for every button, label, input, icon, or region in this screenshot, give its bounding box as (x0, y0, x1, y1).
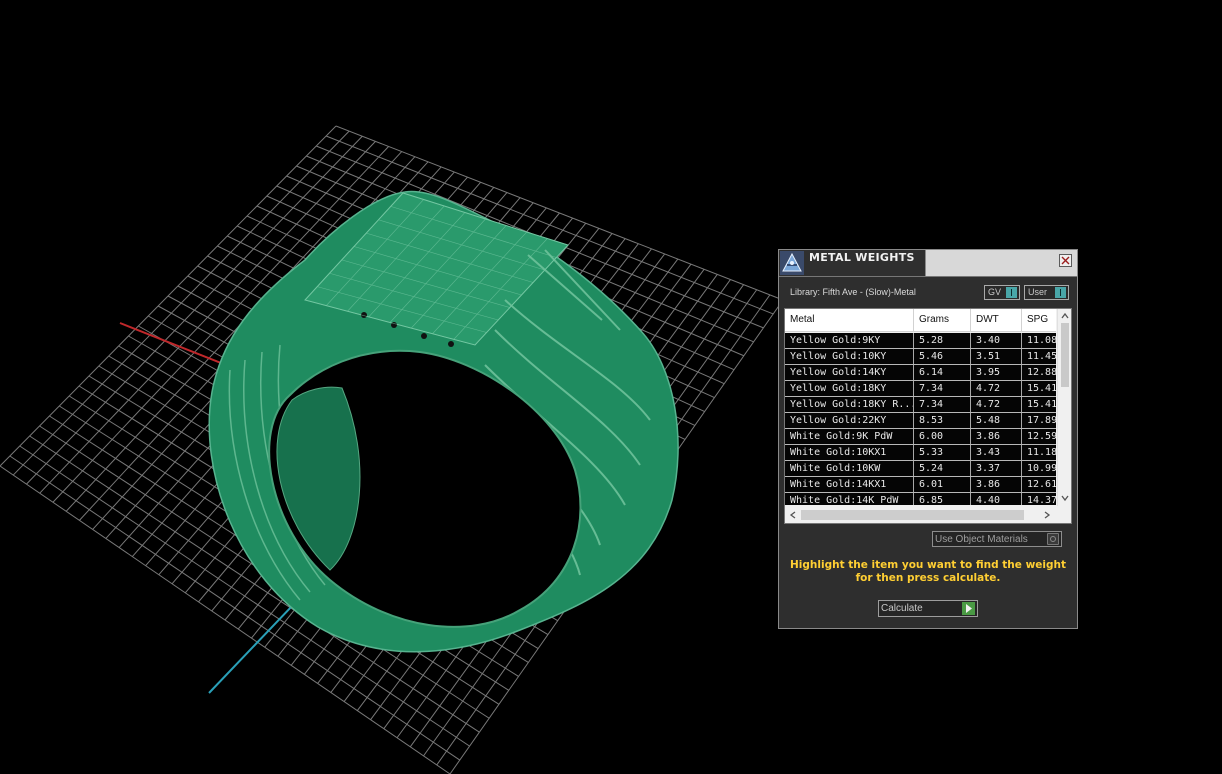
cell-spg: 15.41 (1027, 383, 1056, 394)
table-row[interactable]: White Gold:10KX1 5.33 3.43 11.18 (785, 445, 1056, 461)
table-row[interactable]: Yellow Gold:22KY 8.53 5.48 17.89 (785, 413, 1056, 429)
vertical-scroll-thumb[interactable] (1061, 323, 1069, 387)
scroll-right-icon[interactable] (1042, 510, 1052, 520)
cell-grams: 7.34 (914, 381, 971, 396)
table-row[interactable]: White Gold:9K PdW 6.00 3.86 12.59 (785, 429, 1056, 445)
use-object-materials-checkbox[interactable]: Use Object Materials (932, 531, 1062, 547)
cell-metal: Yellow Gold:18KY (785, 381, 914, 396)
cell-spg: 12.59 (1027, 431, 1056, 442)
cell-metal: Yellow Gold:10KY (785, 349, 914, 364)
cell-spg: 14.37 (1027, 495, 1056, 505)
cell-grams: 6.01 (914, 477, 971, 492)
panel-title: METAL WEIGHTS (809, 251, 915, 264)
library-label: Library: Fifth Ave - (Slow)-Metal (790, 287, 916, 297)
cell-spg: 12.88 (1027, 367, 1056, 378)
cell-grams: 6.00 (914, 429, 971, 444)
use-object-materials-label: Use Object Materials (935, 534, 1028, 545)
table-row[interactable]: Yellow Gold:9KY 5.28 3.40 11.08 (785, 333, 1056, 349)
table-row[interactable]: White Gold:14KX1 6.01 3.86 12.61 (785, 477, 1056, 493)
cell-dwt: 4.40 (971, 493, 1022, 505)
cell-metal: White Gold:9K PdW (785, 429, 914, 444)
column-header-dwt[interactable]: DWT (971, 309, 1022, 331)
gv-toggle[interactable]: GV (984, 285, 1020, 300)
radio-icon[interactable] (1047, 533, 1059, 545)
column-header-metal[interactable]: Metal (785, 309, 914, 331)
cell-dwt: 3.40 (971, 333, 1022, 348)
cell-dwt: 3.95 (971, 365, 1022, 380)
cell-metal: Yellow Gold:22KY (785, 413, 914, 428)
calculate-button[interactable]: Calculate (878, 600, 978, 617)
column-header-grams[interactable]: Grams (914, 309, 971, 331)
table-row[interactable]: Yellow Gold:18KY R... 7.34 4.72 15.41 (785, 397, 1056, 413)
cell-spg: 11.08 (1027, 335, 1056, 346)
calculate-label: Calculate (881, 603, 923, 614)
cell-metal: White Gold:10KX1 (785, 445, 914, 460)
instructions-text: Highlight the item you want to find the … (790, 559, 1066, 584)
user-toggle-label: User (1028, 287, 1048, 297)
cell-metal: White Gold:14KX1 (785, 477, 914, 492)
table-row[interactable]: White Gold:10KW 5.24 3.37 10.99 (785, 461, 1056, 477)
cell-spg: 11.18 (1027, 447, 1056, 458)
cell-grams: 5.28 (914, 333, 971, 348)
horizontal-scroll-thumb[interactable] (801, 510, 1024, 520)
cell-metal: Yellow Gold:9KY (785, 333, 914, 348)
cell-metal: White Gold:14K PdW (785, 493, 914, 505)
table-row[interactable]: Yellow Gold:14KY 6.14 3.95 12.88 (785, 365, 1056, 381)
table-rows: Yellow Gold:9KY 5.28 3.40 11.08 Yellow Gold:… (785, 333, 1056, 505)
close-icon (1061, 256, 1070, 265)
cell-spg: 17.89 (1027, 415, 1056, 426)
cell-grams: 5.33 (914, 445, 971, 460)
cell-metal: White Gold:10KW (785, 461, 914, 476)
column-header-spg[interactable]: SPG (1022, 309, 1056, 331)
cell-dwt: 3.86 (971, 477, 1022, 492)
cell-grams: 6.14 (914, 365, 971, 380)
rhino-app-icon (780, 251, 804, 275)
cell-grams: 6.85 (914, 493, 971, 505)
cell-metal: Yellow Gold:18KY R... (785, 397, 914, 412)
gv-toggle-label: GV (988, 287, 1002, 297)
cell-dwt: 4.72 (971, 381, 1022, 396)
metal-table: Metal Grams DWT SPG Yellow Gold:9KY 5.28 3… (784, 308, 1072, 524)
cell-spg: 10.99 (1027, 463, 1056, 474)
cell-spg: 11.45 (1027, 351, 1056, 362)
scroll-left-icon[interactable] (788, 510, 798, 520)
vertical-scrollbar[interactable] (1057, 309, 1071, 506)
close-button[interactable] (1059, 254, 1072, 267)
table-row[interactable]: Yellow Gold:18KY 7.34 4.72 15.41 (785, 381, 1056, 397)
table-row[interactable]: White Gold:14K PdW 6.85 4.40 14.37 (785, 493, 1056, 505)
cell-dwt: 3.37 (971, 461, 1022, 476)
cell-grams: 5.46 (914, 349, 971, 364)
cell-dwt: 4.72 (971, 397, 1022, 412)
scroll-up-icon[interactable] (1060, 311, 1070, 321)
cell-metal: Yellow Gold:14KY (785, 365, 914, 380)
horizontal-scrollbar[interactable] (785, 507, 1056, 523)
cell-dwt: 5.48 (971, 413, 1022, 428)
cell-spg: 12.61 (1027, 479, 1056, 490)
cell-dwt: 3.51 (971, 349, 1022, 364)
panel-title-tab: METAL WEIGHTS (779, 250, 926, 276)
cell-spg: 15.41 (1027, 399, 1056, 410)
gv-toggle-switch[interactable] (1006, 287, 1017, 298)
cell-dwt: 3.86 (971, 429, 1022, 444)
metal-weights-panel: METAL WEIGHTS Library: Fifth Ave - (Slow… (778, 249, 1078, 629)
play-icon (962, 602, 975, 615)
user-toggle-switch[interactable] (1055, 287, 1066, 298)
cell-grams: 7.34 (914, 397, 971, 412)
panel-titlebar[interactable]: METAL WEIGHTS (779, 250, 1077, 277)
scroll-down-icon[interactable] (1060, 493, 1070, 503)
table-row[interactable]: Yellow Gold:10KY 5.46 3.51 11.45 (785, 349, 1056, 365)
cell-dwt: 3.43 (971, 445, 1022, 460)
table-header: Metal Grams DWT SPG (785, 309, 1056, 332)
cell-grams: 5.24 (914, 461, 971, 476)
user-toggle[interactable]: User (1024, 285, 1069, 300)
cell-grams: 8.53 (914, 413, 971, 428)
